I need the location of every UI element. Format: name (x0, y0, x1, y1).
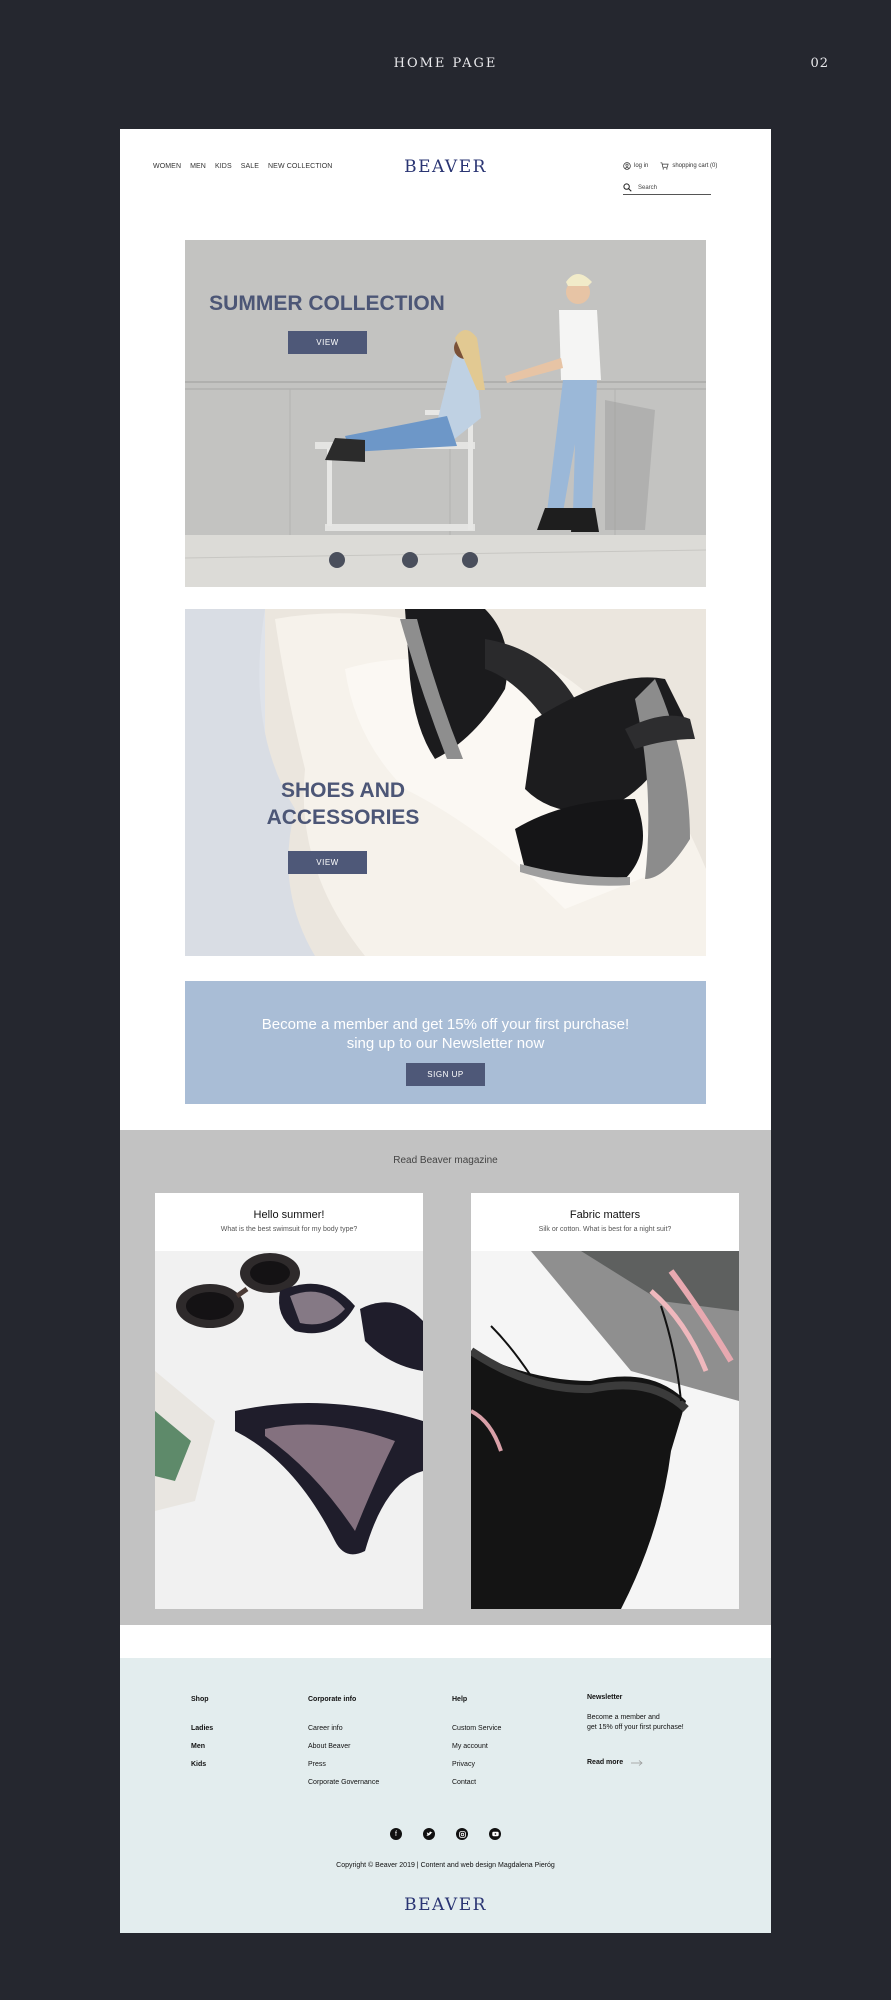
site-footer: Shop Ladies Men Kids Corporate info Care… (120, 1658, 771, 1933)
footer-heading: Help (452, 1696, 468, 1703)
summer-collection-banner[interactable]: SUMMER COLLECTION VIEW (185, 240, 706, 587)
banner-title: SHOES AND ACCESSORIES (266, 779, 420, 829)
read-more-link[interactable]: Read more (587, 1759, 717, 1766)
magazine-title: Read Beaver magazine (393, 1155, 498, 1166)
footer-newsletter: Newsletter Become a member and get 15% o… (587, 1694, 717, 1766)
night-suit-photo (471, 1251, 739, 1609)
view-button[interactable]: VIEW (288, 331, 367, 354)
social-links: f (120, 1828, 771, 1840)
magazine-card[interactable]: Fabric matters Silk or cotton. What is b… (471, 1193, 739, 1609)
footer-link-about[interactable]: About Beaver (308, 1743, 379, 1750)
footer-link-custom-service[interactable]: Custom Service (452, 1725, 501, 1732)
swimsuit-photo (155, 1251, 423, 1609)
magazine-card[interactable]: Hello summer! What is the best swimsuit … (155, 1193, 423, 1609)
footer-link-career[interactable]: Career info (308, 1725, 379, 1732)
user-icon (623, 162, 631, 170)
card-title: Fabric matters (569, 1209, 641, 1221)
footer-corporate: Corporate info Career info About Beaver … (308, 1696, 379, 1797)
footer-heading: Newsletter (587, 1694, 623, 1701)
footer-heading: Shop (191, 1696, 209, 1703)
copyright-text: Copyright © Beaver 2019 | Content and we… (336, 1862, 555, 1869)
shoes-accessories-banner[interactable]: SHOES AND ACCESSORIES VIEW (185, 609, 706, 956)
promo-line-2: sing up to our Newsletter now (346, 1035, 545, 1052)
website-mockup: WOMEN MEN KIDS SALE NEW COLLECTION BEAVE… (120, 129, 771, 1933)
page-number: 02 (810, 56, 829, 71)
newsletter-text-2: get 15% off your first purchase! (587, 1724, 684, 1731)
card-title: Hello summer! (253, 1209, 325, 1221)
search-placeholder: Search (638, 184, 658, 191)
cart-link[interactable]: shopping cart (0) (660, 162, 717, 170)
footer-link-my-account[interactable]: My account (452, 1743, 501, 1750)
newsletter-promo: Become a member and get 15% off your fir… (185, 981, 706, 1104)
footer-shop: Shop Ladies Men Kids (191, 1696, 213, 1779)
youtube-icon[interactable] (489, 1828, 501, 1840)
footer-link-privacy[interactable]: Privacy (452, 1761, 501, 1768)
login-label: log in (634, 163, 649, 169)
newsletter-text-1: Become a member and (587, 1714, 660, 1721)
search-input[interactable]: Search (623, 181, 711, 195)
facebook-icon[interactable]: f (390, 1828, 402, 1840)
banner-title: SUMMER COLLECTION (209, 292, 445, 315)
user-links: log in shopping cart (0) (623, 162, 717, 170)
promo-line-1: Become a member and get 15% off your fir… (261, 1016, 630, 1033)
footer-link-press[interactable]: Press (308, 1761, 379, 1768)
footer-logo[interactable]: BEAVER (120, 1895, 771, 1915)
footer-link-kids[interactable]: Kids (191, 1761, 213, 1768)
magazine-section: Read Beaver magazine Hello summer! What … (120, 1130, 771, 1625)
card-subtitle: What is the best swimsuit for my body ty… (220, 1226, 358, 1233)
footer-link-contact[interactable]: Contact (452, 1779, 501, 1786)
arrow-right-icon (631, 1759, 643, 1766)
footer-help: Help Custom Service My account Privacy C… (452, 1696, 501, 1797)
footer-link-men[interactable]: Men (191, 1743, 213, 1750)
twitter-icon[interactable] (423, 1828, 435, 1840)
cart-label: shopping cart (0) (672, 163, 718, 169)
card-subtitle: Silk or cotton. What is best for a night… (538, 1226, 672, 1233)
search-icon (623, 183, 632, 192)
instagram-icon[interactable] (456, 1828, 468, 1840)
page-title: HOME PAGE (393, 56, 498, 71)
footer-heading: Corporate info (308, 1696, 357, 1703)
footer-link-ladies[interactable]: Ladies (191, 1725, 213, 1732)
login-link[interactable]: log in (623, 162, 648, 170)
sign-up-button[interactable]: SIGN UP (406, 1063, 485, 1086)
footer-link-governance[interactable]: Corporate Governance (308, 1779, 379, 1786)
cart-icon (660, 162, 669, 170)
view-button[interactable]: VIEW (288, 851, 367, 874)
read-more-label: Read more (587, 1759, 624, 1766)
